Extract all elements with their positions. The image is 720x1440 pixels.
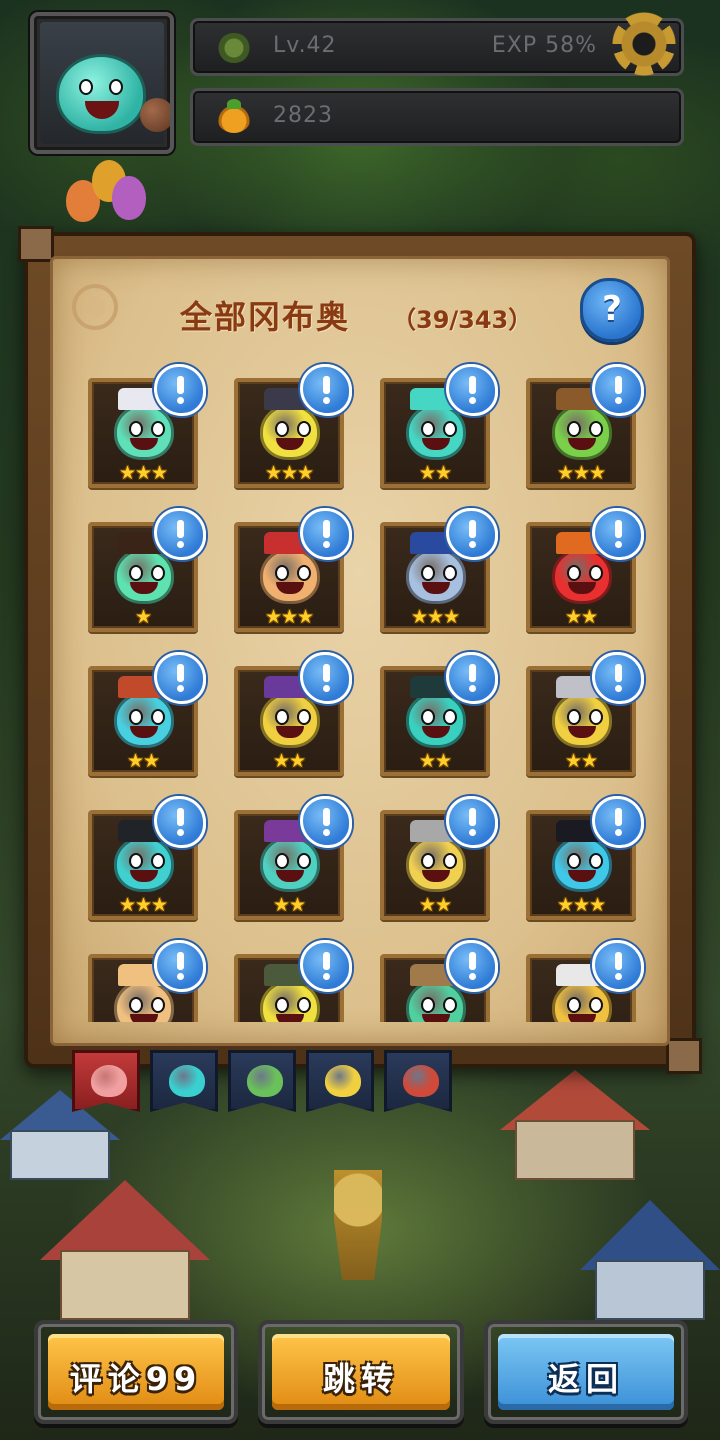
star-rating: ★★ [564, 750, 598, 772]
new-alert-badge-icon[interactable] [446, 364, 498, 416]
new-alert-badge-icon[interactable] [154, 364, 206, 416]
fruit-currency-icon [217, 99, 251, 133]
back-button[interactable]: 返回 [484, 1320, 688, 1424]
settings-gear-icon[interactable] [612, 12, 676, 76]
star-rating: ★★★ [118, 894, 168, 916]
currency-amount: 2823 [273, 103, 333, 128]
star-rating: ★★★ [264, 606, 314, 628]
jump-button[interactable]: 跳转 [258, 1320, 464, 1424]
exp-text: EXP 58% [491, 33, 597, 58]
help-button[interactable]: ? [580, 278, 644, 342]
player-avatar[interactable] [30, 12, 174, 154]
new-alert-badge-icon[interactable] [592, 364, 644, 416]
avatar-ball [140, 98, 170, 132]
gumball-mouth [568, 1014, 596, 1022]
star-rating: ★★ [418, 894, 452, 916]
village-house [500, 1070, 650, 1180]
star-rating: ★★ [272, 894, 306, 916]
gumball-portrait [260, 548, 320, 604]
currency-bar: 2823 [190, 88, 684, 146]
gumball-portrait [406, 836, 466, 892]
gumball-portrait [552, 404, 612, 460]
gumball-grid[interactable]: ★★★ ★★★ ★★ ★★★ ★ ★★★ ★★★ ★★ ★★ ★★ ★★ ★★ ★★★ ★★ ★★ ★★★ [60, 360, 660, 1022]
collection-count: （39/343） [392, 306, 533, 334]
gumball-portrait [114, 404, 174, 460]
new-alert-badge-icon[interactable] [446, 508, 498, 560]
scroll-emblem-icon [72, 284, 118, 330]
back-button-label: 返回 [547, 1360, 624, 1398]
panel-title: 全部冈布奥 [180, 298, 351, 336]
star-rating: ★★ [418, 462, 452, 484]
category-tab[interactable] [384, 1050, 452, 1112]
question-mark-icon: ? [602, 289, 622, 329]
star-rating: ★★ [272, 750, 306, 772]
village-house [40, 1180, 210, 1320]
new-alert-badge-icon[interactable] [446, 796, 498, 848]
new-alert-badge-icon[interactable] [592, 652, 644, 704]
star-rating: ★★ [564, 606, 598, 628]
new-alert-badge-icon[interactable] [592, 796, 644, 848]
star-rating: ★★★ [556, 894, 606, 916]
comment-button[interactable]: 评论99 [34, 1320, 238, 1424]
new-alert-badge-icon[interactable] [300, 940, 352, 992]
gumball-mouth [130, 1014, 158, 1022]
tab-gumball-icon [91, 1065, 127, 1097]
gumball-portrait [114, 836, 174, 892]
new-alert-badge-icon[interactable] [446, 652, 498, 704]
gumball-portrait [260, 692, 320, 748]
new-alert-badge-icon[interactable] [154, 796, 206, 848]
star-rating: ★★ [418, 750, 452, 772]
gumball-mouth [276, 1014, 304, 1022]
jump-button-label: 跳转 [322, 1360, 399, 1398]
gumball-portrait [260, 836, 320, 892]
new-alert-badge-icon[interactable] [592, 940, 644, 992]
gumball-portrait [260, 404, 320, 460]
star-rating: ★★★ [410, 606, 460, 628]
gumball-portrait [114, 692, 174, 748]
gumball-portrait [552, 692, 612, 748]
new-alert-badge-icon[interactable] [154, 508, 206, 560]
balloon [112, 176, 146, 220]
star-rating: ★★★ [264, 462, 314, 484]
new-alert-badge-icon[interactable] [446, 940, 498, 992]
category-tab[interactable] [228, 1050, 296, 1112]
avatar-character [56, 54, 146, 134]
star-rating: ★ [134, 606, 152, 628]
new-alert-badge-icon[interactable] [300, 364, 352, 416]
new-alert-badge-icon[interactable] [154, 652, 206, 704]
gumball-portrait [406, 692, 466, 748]
new-alert-badge-icon[interactable] [300, 796, 352, 848]
star-rating: ★★★ [118, 462, 168, 484]
village-house [580, 1200, 720, 1320]
new-alert-badge-icon[interactable] [300, 652, 352, 704]
tab-gumball-icon [403, 1065, 439, 1097]
gumball-portrait [114, 548, 174, 604]
tab-gumball-icon [325, 1065, 361, 1097]
level-bar: Lv.42 EXP 58% [190, 18, 684, 76]
comment-button-label: 评论99 [69, 1360, 203, 1398]
gumball-portrait [552, 548, 612, 604]
tab-gumball-icon [169, 1065, 205, 1097]
new-alert-badge-icon[interactable] [300, 508, 352, 560]
level-icon [217, 33, 251, 63]
tab-gumball-icon [247, 1065, 283, 1097]
new-alert-badge-icon[interactable] [154, 940, 206, 992]
level-text: Lv.42 [273, 33, 337, 58]
gumball-portrait [406, 548, 466, 604]
star-rating: ★★★ [556, 462, 606, 484]
gumball-portrait [552, 836, 612, 892]
category-tab[interactable] [72, 1050, 140, 1112]
star-rating: ★★ [126, 750, 160, 772]
new-alert-badge-icon[interactable] [592, 508, 644, 560]
category-tab[interactable] [150, 1050, 218, 1112]
gumball-mouth [422, 1014, 450, 1022]
gumball-portrait [406, 404, 466, 460]
category-tab[interactable] [306, 1050, 374, 1112]
